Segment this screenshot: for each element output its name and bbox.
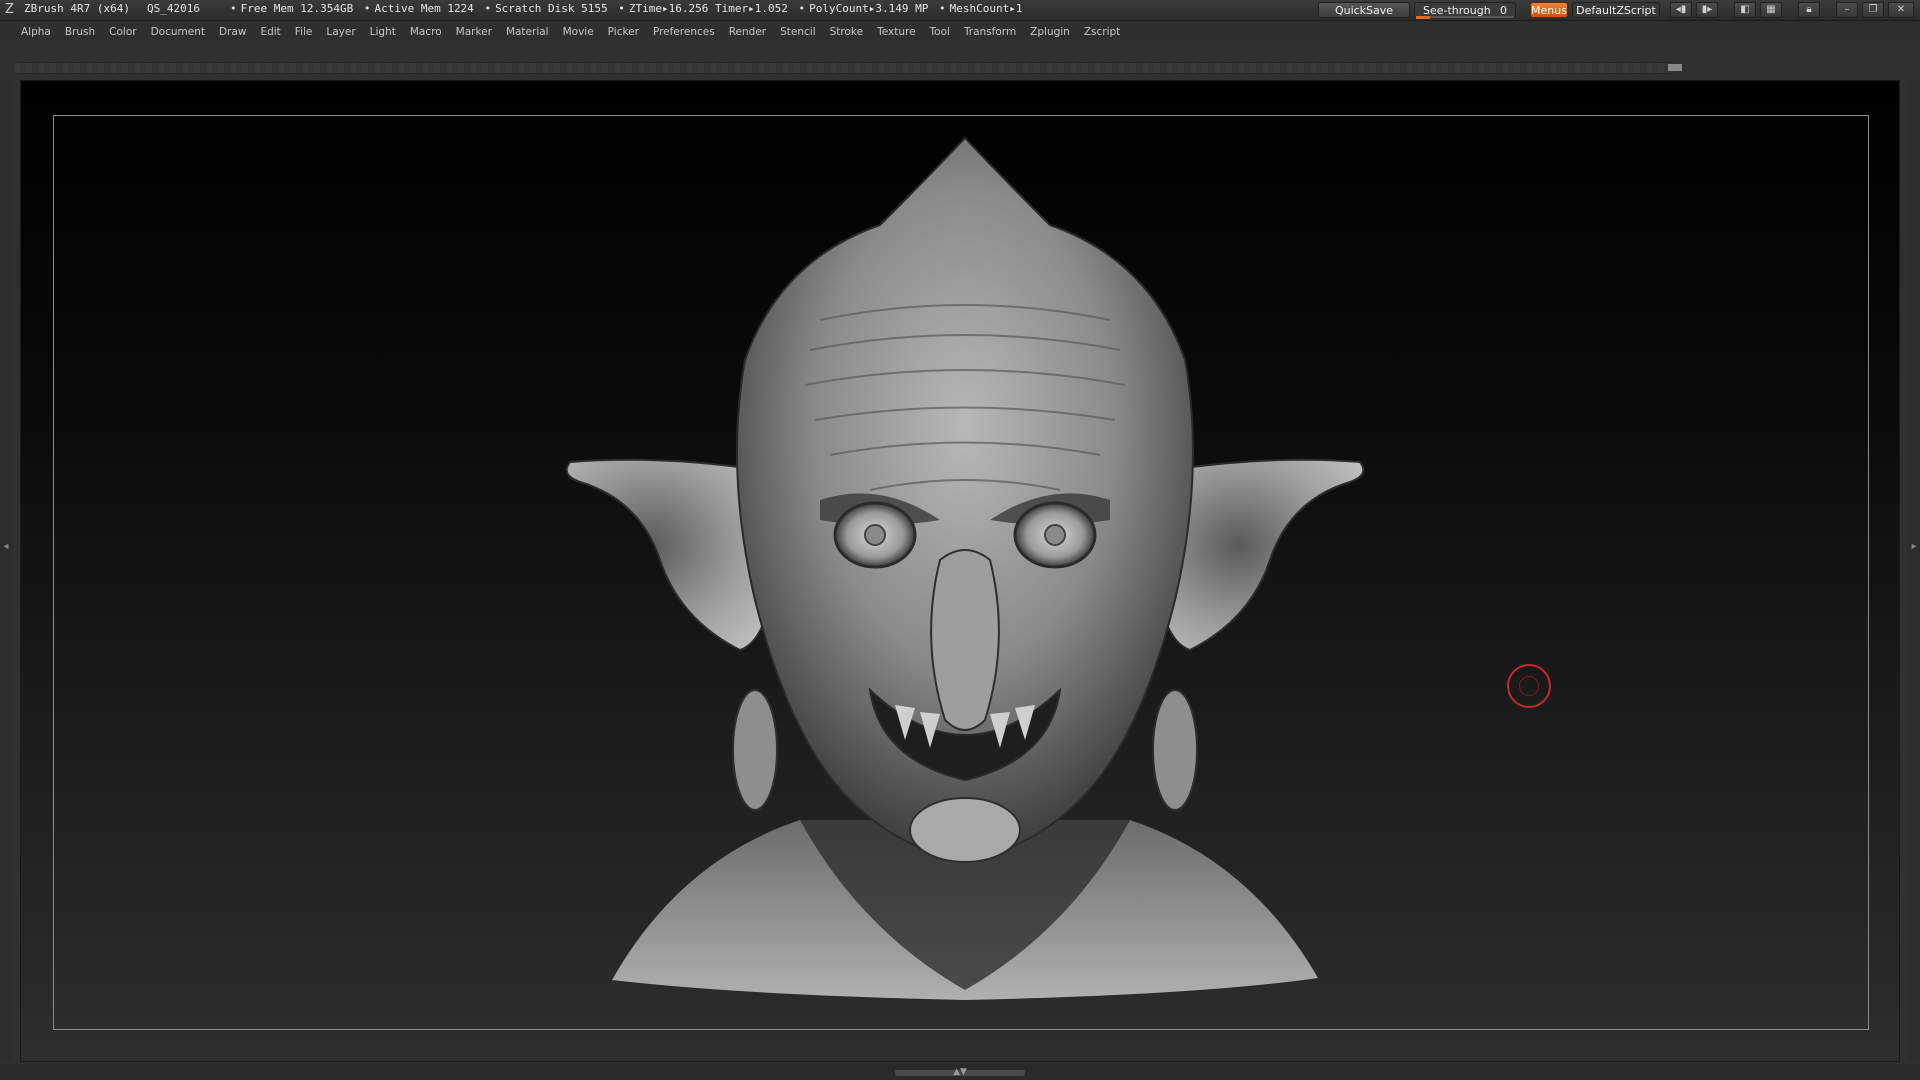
- sculpt-nose: [930, 549, 1000, 731]
- zbrush-window: Z ZBrush 4R7 (x64) QS_42016 • Free Mem 12…: [0, 0, 1920, 1080]
- chevron-up-down-icon[interactable]: ▲▼: [945, 1065, 975, 1079]
- sculpt-left-pupil: [864, 524, 886, 546]
- sculpt-right-earring: [1152, 689, 1198, 811]
- sculpt-left-earring: [732, 689, 778, 811]
- goblin-sculpt[interactable]: [0, 0, 1920, 1080]
- sculpt-right-pupil: [1044, 524, 1066, 546]
- brush-cursor-inner: [1519, 676, 1539, 696]
- sculpt-chin: [909, 797, 1021, 863]
